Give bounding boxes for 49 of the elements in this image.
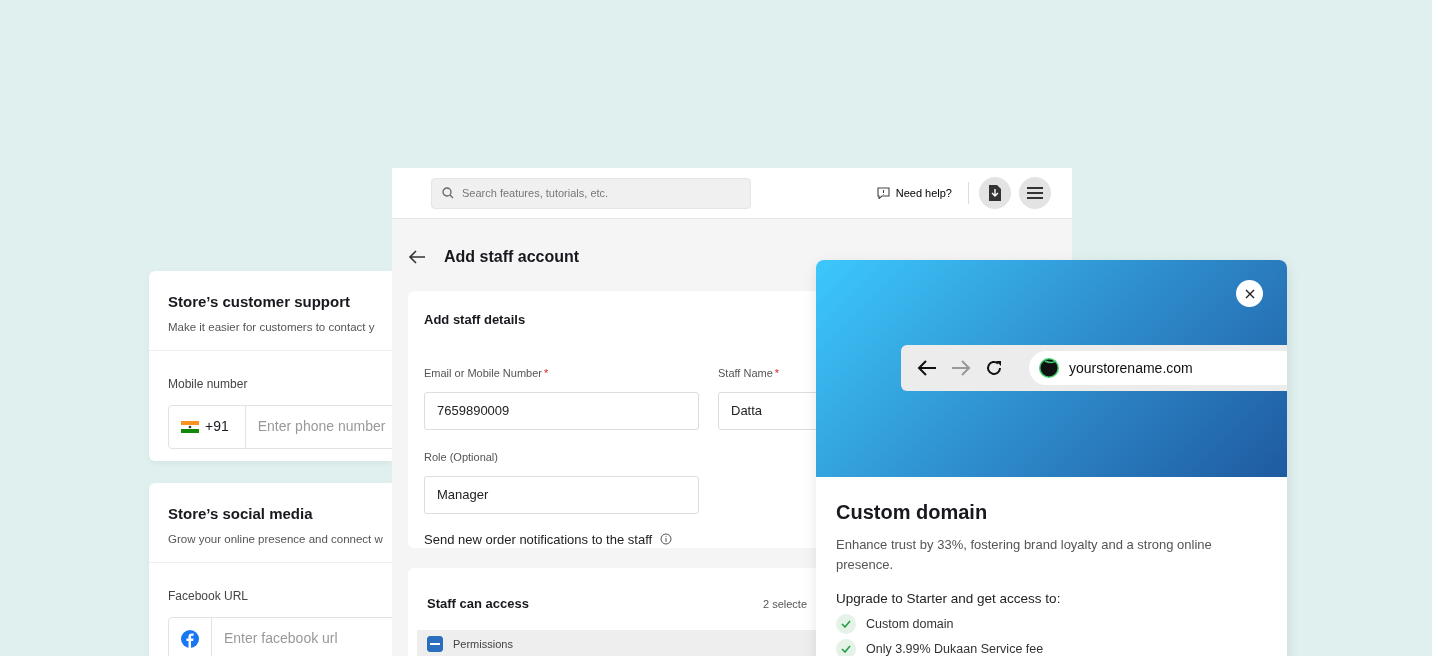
page-title: Add staff account: [444, 247, 580, 267]
close-icon: [1244, 288, 1255, 299]
info-icon: [660, 533, 673, 546]
field-label: Email or Mobile Number *: [424, 366, 549, 379]
tick-icon: [841, 620, 851, 629]
tick-icon: [841, 645, 851, 654]
input-field[interactable]: Enter facebook url: [168, 616, 392, 656]
back-arrow-icon: [917, 360, 937, 376]
download-button[interactable]: [979, 177, 1011, 209]
card-title: Store’s social media: [168, 504, 314, 524]
url-text: yourstorename.com: [1069, 358, 1193, 378]
country-code: +91: [205, 417, 229, 436]
download-icon: [988, 185, 1002, 201]
search-icon: [442, 187, 454, 199]
minus-icon: [430, 642, 440, 645]
feature-text: Only 3.99% Dukaan Service fee: [866, 640, 1044, 656]
card-subtitle: Make it easier for customers to contact y: [168, 319, 375, 335]
field-label: Staff Name *: [718, 366, 780, 379]
search-field[interactable]: Search features, tutorials, etc.: [431, 177, 751, 209]
facebook-icon: [181, 629, 199, 648]
field-label: Mobile number: [168, 375, 248, 393]
section-title: Add staff details: [424, 311, 526, 329]
text-field[interactable]: Manager: [424, 475, 699, 514]
field-label: Facebook URL: [168, 587, 249, 605]
chat-icon: [876, 187, 890, 199]
checkbox[interactable]: [427, 635, 443, 652]
search-input[interactable]: Search features, tutorials, etc.: [460, 183, 740, 203]
input-field[interactable]: +91 Enter phone number: [168, 404, 392, 449]
section-title: Staff can access: [427, 595, 529, 613]
notification-label: Send new order notifications to the staff: [424, 530, 653, 549]
card-title: Store’s customer support: [168, 292, 351, 312]
menu-button[interactable]: [1019, 177, 1051, 209]
card-subtitle: Grow your online presence and connect w: [168, 531, 383, 547]
site-logo-icon: [1039, 358, 1059, 378]
selected-count: 2 selecte: [762, 596, 807, 612]
back-arrow-icon[interactable]: [408, 250, 426, 264]
forward-arrow-icon: [951, 360, 971, 376]
dialog-title: Custom domain: [836, 500, 989, 525]
dialog-description: Enhance trust by 33%, fostering brand loyalty and a strong online presence.: [836, 536, 1213, 574]
text-input[interactable]: Enter phone number: [245, 405, 392, 448]
upgrade-text: Upgrade to Starter and get access to:: [836, 590, 1062, 608]
help-link[interactable]: Need help?: [876, 184, 952, 202]
reload-icon: [985, 359, 1003, 377]
flag-icon: [181, 420, 199, 433]
field-label: Role (Optional): [424, 450, 498, 463]
menu-icon: [1027, 187, 1043, 199]
close-button[interactable]: [1236, 280, 1263, 307]
text-field[interactable]: 7659890009: [424, 391, 699, 430]
text-input[interactable]: Enter facebook url: [212, 617, 392, 656]
